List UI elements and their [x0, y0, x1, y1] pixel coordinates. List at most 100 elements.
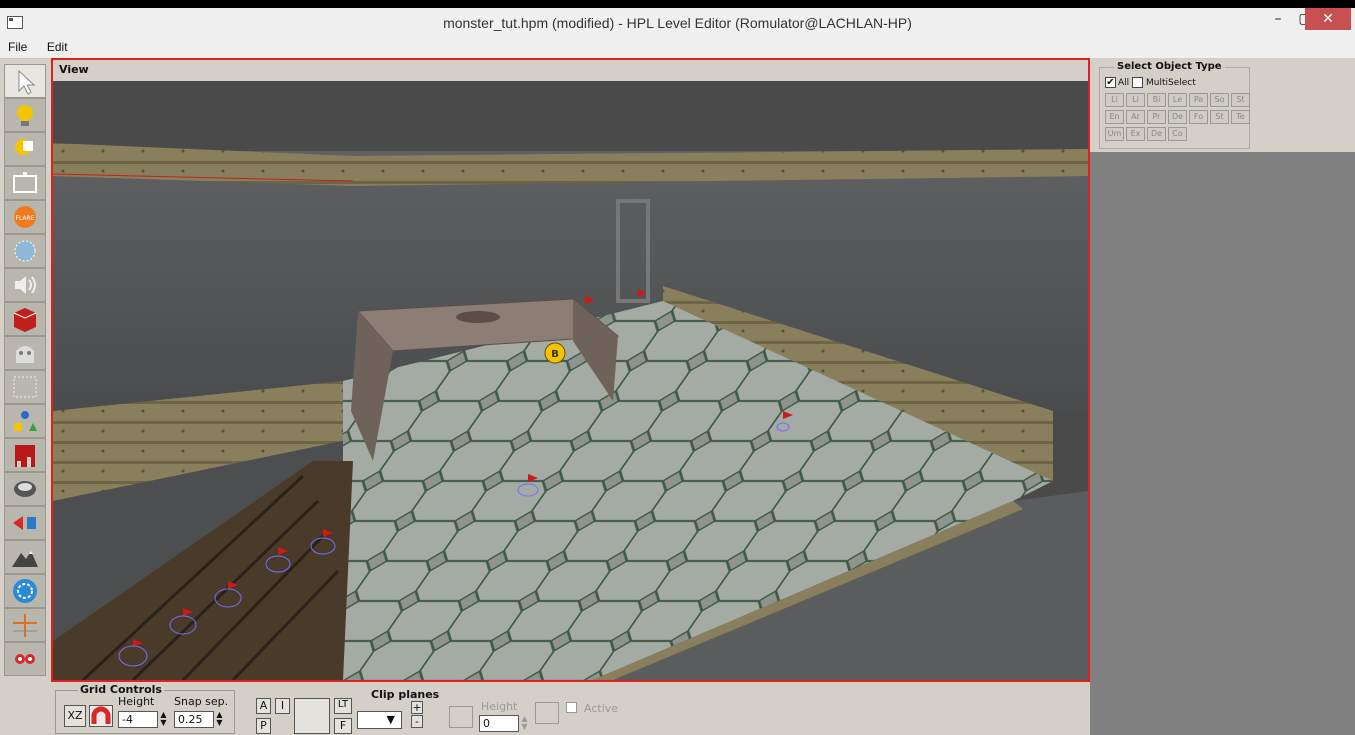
snap-magnet-button[interactable] — [89, 705, 113, 727]
clip-plane-axis-button[interactable] — [449, 706, 473, 728]
type-toggle-area[interactable]: Ar — [1126, 110, 1145, 124]
decal-tool-button[interactable] — [4, 438, 46, 472]
view-f-button[interactable]: F — [334, 718, 352, 734]
fan-tool-icon — [13, 579, 37, 603]
multiselect-label: MultiSelect — [1146, 78, 1196, 88]
view-label: View — [53, 60, 1088, 81]
close-button[interactable]: ✕ — [1305, 8, 1351, 30]
chevron-down-icon: ▼ — [386, 713, 395, 726]
remove-clip-plane-button[interactable]: - — [411, 715, 423, 728]
primitive-tool-button[interactable] — [4, 370, 46, 404]
clip-plane-select[interactable]: ▼ — [357, 711, 402, 729]
type-toggle-static[interactable]: St — [1231, 93, 1250, 107]
type-toggle-terrain[interactable]: Te — [1231, 110, 1250, 124]
clip-height-field[interactable]: 0 — [479, 715, 519, 732]
menu-edit[interactable]: Edit — [39, 38, 76, 54]
combine-tool-button[interactable] — [4, 506, 46, 540]
select-object-type-group: Select Object Type ✔ All MultiSelect Li … — [1099, 61, 1250, 149]
snap-sep-field[interactable]: 0.25 — [174, 711, 214, 728]
shapes-tool-button[interactable] — [4, 404, 46, 438]
type-toggle-particles[interactable]: Pa — [1189, 93, 1208, 107]
menu-bar: File Edit — [0, 38, 1355, 59]
sound-tool-button[interactable] — [4, 268, 46, 302]
title-bar: monster_tut.hpm (modified) - HPL Level E… — [0, 8, 1355, 38]
type-toggle-lens-flare[interactable]: Le — [1168, 93, 1187, 107]
flare-tool-icon: FLARE — [14, 206, 36, 228]
height-label: Height — [118, 695, 155, 708]
window-title: monster_tut.hpm (modified) - HPL Level E… — [443, 15, 912, 31]
svg-text:FLARE: FLARE — [16, 215, 35, 222]
select-tool-icon — [18, 69, 36, 95]
type-toggle-billboard[interactable]: Bi — [1147, 93, 1166, 107]
entity-tool-button[interactable] — [4, 302, 46, 336]
select-object-panel: Select Object Type ✔ All MultiSelect Li … — [1090, 58, 1355, 152]
grid-controls-group: Grid Controls XZ Height -4 ▲ ▼ Snap sep. … — [55, 683, 235, 734]
bottom-controls: Grid Controls XZ Height -4 ▲ ▼ Snap sep. … — [51, 682, 1090, 735]
clip-planes-title: Clip planes — [371, 688, 440, 701]
type-toggle-decal[interactable]: De — [1168, 110, 1187, 124]
select-tool-button[interactable] — [4, 64, 46, 98]
type-toggle-combine[interactable]: Co — [1168, 127, 1187, 141]
type-toggle-light-2[interactable]: Li — [1126, 93, 1145, 107]
misc-tool-icon — [15, 654, 35, 664]
particle-tool-icon — [14, 240, 36, 262]
terrain-tool-button[interactable] — [4, 540, 46, 574]
fan-tool-button[interactable] — [4, 574, 46, 608]
view-p-button[interactable]: P — [256, 718, 271, 734]
grid-tool-button[interactable] — [4, 608, 46, 642]
all-checkbox[interactable]: ✔ — [1105, 77, 1116, 88]
3d-viewport[interactable]: View B — [51, 58, 1090, 682]
light-tool-icon — [17, 105, 33, 126]
clip-active-label: Active — [584, 702, 619, 715]
multiselect-checkbox[interactable] — [1132, 77, 1143, 88]
select-object-type-title: Select Object Type — [1114, 61, 1225, 72]
tool-palette: FLARE — [4, 64, 48, 676]
grid-height-field[interactable]: -4 — [118, 711, 158, 728]
particle-tool-button[interactable] — [4, 234, 46, 268]
type-toggle-ex[interactable]: Ex — [1126, 127, 1145, 141]
grid-plane-button[interactable]: XZ — [64, 705, 86, 727]
view-lt-button[interactable]: LT — [334, 698, 352, 714]
scene-marker-label: B — [551, 349, 559, 360]
all-label: All — [1118, 78, 1130, 88]
type-toggle-fog[interactable]: Fo — [1189, 110, 1208, 124]
menu-file[interactable]: File — [0, 38, 35, 54]
type-toggle-primitive[interactable]: Pr — [1147, 110, 1166, 124]
add-clip-plane-button[interactable]: + — [411, 701, 423, 714]
spotlight-tool-button[interactable] — [4, 132, 46, 166]
type-toggle-sound[interactable]: So — [1210, 93, 1229, 107]
clip-active-checkbox[interactable] — [566, 702, 577, 713]
primitive-tool-icon — [13, 376, 37, 398]
spotlight-tool-icon — [15, 139, 33, 155]
viewport-layout-button[interactable] — [294, 698, 330, 734]
terrain-tool-icon — [12, 551, 38, 567]
level-scene[interactable]: B — [53, 81, 1088, 680]
fog-tool-icon — [14, 481, 36, 497]
area-tool-icon — [16, 346, 34, 363]
properties-area — [1090, 152, 1355, 735]
area-tool-button[interactable] — [4, 336, 46, 370]
view-i-button[interactable]: I — [275, 698, 290, 714]
fog-tool-button[interactable] — [4, 472, 46, 506]
shapes-tool-icon — [14, 411, 37, 431]
flare-tool-button[interactable]: FLARE — [4, 200, 46, 234]
editor-window: monster_tut.hpm (modified) - HPL Level E… — [0, 8, 1355, 735]
type-toggle-um[interactable]: Um — [1105, 127, 1124, 141]
clip-plane-flip-button[interactable] — [535, 702, 559, 724]
grid-height-spinner[interactable]: ▲ ▼ — [159, 711, 168, 728]
magnet-icon — [91, 706, 111, 724]
misc-tool-button[interactable] — [4, 642, 46, 676]
type-toggle-static-2[interactable]: St — [1210, 110, 1229, 124]
entity-tool-icon — [13, 308, 37, 332]
snap-sep-spinner[interactable]: ▲ ▼ — [215, 711, 224, 728]
sound-tool-icon — [15, 276, 36, 294]
view-a-button[interactable]: A — [256, 698, 271, 714]
type-toggle-de[interactable]: De — [1147, 127, 1166, 141]
type-toggle-entity[interactable]: En — [1105, 110, 1124, 124]
type-toggle-light[interactable]: Li — [1105, 93, 1124, 107]
billboard-tool-button[interactable] — [4, 166, 46, 200]
billboard-tool-icon — [13, 172, 37, 193]
combine-tool-icon — [13, 516, 36, 530]
light-tool-button[interactable] — [4, 98, 46, 132]
clip-height-spinner[interactable]: ▲ ▼ — [520, 715, 529, 732]
